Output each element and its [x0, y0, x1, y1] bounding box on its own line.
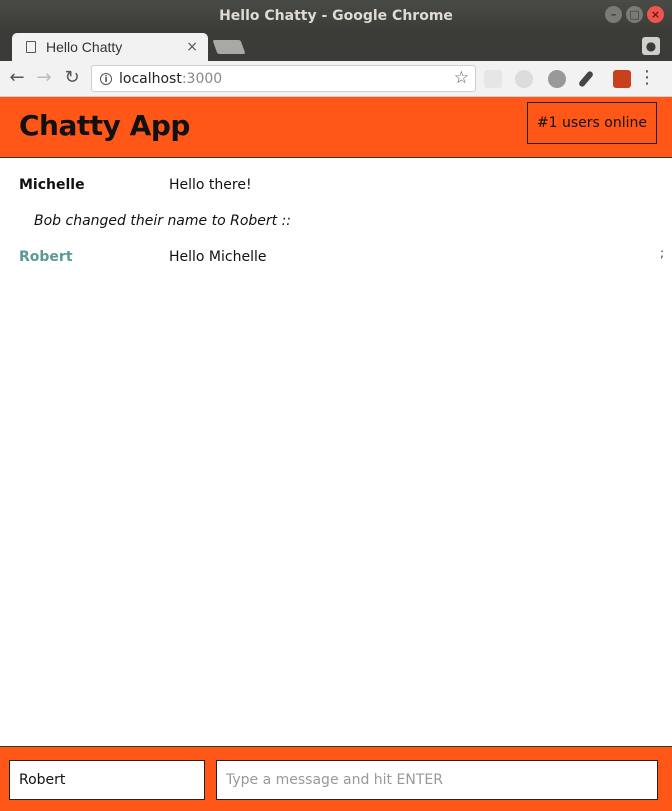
message-content: Hello there!: [169, 177, 252, 193]
bookmark-star-icon[interactable]: ☆: [454, 68, 469, 88]
new-tab-button[interactable]: [212, 40, 246, 54]
window-controls: – □ ×: [605, 6, 664, 23]
tab-strip: Hello Chatty × ●: [0, 31, 672, 61]
url-host: localhost: [119, 70, 182, 87]
minimize-button[interactable]: –: [605, 6, 622, 23]
url-port: :3000: [181, 70, 223, 87]
info-icon[interactable]: i: [100, 72, 112, 85]
users-online-counter: #1 users online: [526, 102, 657, 144]
window-title: Hello Chatty - Google Chrome: [219, 7, 453, 24]
extension-icon-2[interactable]: [515, 70, 533, 88]
overflow-mark: ;: [659, 246, 664, 260]
tab-hello-chatty[interactable]: Hello Chatty ×: [12, 33, 208, 61]
message-username: Robert: [19, 249, 73, 265]
chrome-menu-icon[interactable]: ⋮: [638, 67, 656, 88]
page-icon: [26, 41, 36, 53]
message-input[interactable]: [216, 760, 658, 800]
forward-button[interactable]: →: [33, 67, 55, 89]
bug-extension-icon[interactable]: [548, 70, 566, 88]
close-window-button[interactable]: ×: [647, 6, 664, 23]
username-input[interactable]: [9, 760, 205, 800]
message-username: Michelle: [19, 177, 85, 193]
app-brand[interactable]: Chatty App: [19, 109, 190, 142]
tab-close-icon[interactable]: ×: [186, 39, 198, 55]
extension-icon-1[interactable]: [484, 70, 502, 88]
browser-toolbar: ← → ↻ i localhost :3000 ☆ ⋮: [0, 61, 672, 152]
profile-icon[interactable]: ●: [642, 37, 660, 55]
eyedropper-extension-icon[interactable]: [577, 70, 595, 88]
message-list: Michelle Hello there! Bob changed their …: [0, 158, 672, 746]
tab-title: Hello Chatty: [46, 39, 123, 55]
chat-bar: [0, 746, 672, 811]
address-bar[interactable]: i localhost :3000 ☆: [91, 65, 476, 92]
window-titlebar: Hello Chatty - Google Chrome – □ ×: [0, 0, 672, 31]
message-content: Hello Michelle: [169, 249, 267, 265]
devtools-extension-icon[interactable]: [613, 70, 631, 88]
back-button[interactable]: ←: [6, 67, 28, 89]
reload-button[interactable]: ↻: [61, 67, 83, 89]
app-navbar: Chatty App #1 users online: [0, 97, 672, 158]
system-notification: Bob changed their name to Robert ::: [34, 213, 292, 229]
maximize-button[interactable]: □: [626, 6, 643, 23]
